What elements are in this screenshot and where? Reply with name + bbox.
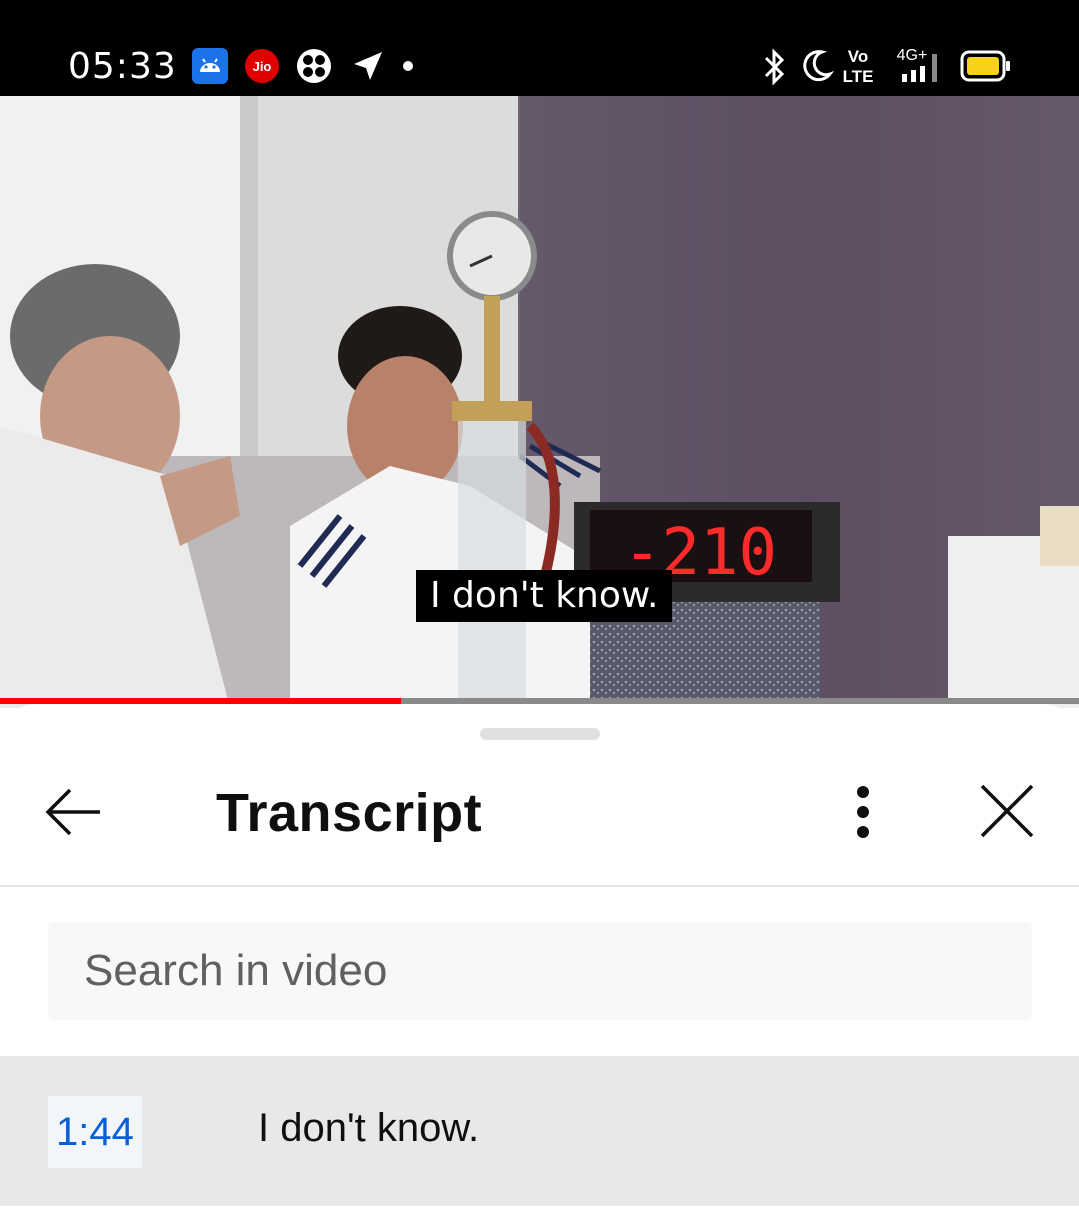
more-options-icon[interactable]	[840, 782, 886, 842]
transcript-header: Transcript	[0, 754, 1079, 884]
transcript-row[interactable]: 1:44 I don't know.	[0, 1056, 1079, 1206]
video-caption: I don't know.	[416, 570, 673, 622]
battery-icon	[960, 50, 1010, 82]
android-debug-icon	[192, 48, 228, 84]
fan-icon	[297, 49, 331, 83]
transcript-panel: Transcript 1:44 I don't know.	[0, 704, 1079, 1209]
transcript-title: Transcript	[216, 783, 483, 843]
transcript-text: I don't know.	[258, 1106, 480, 1150]
volte-bottom-text: LTE	[843, 67, 874, 86]
status-bar: 05:33 Jio Vo LTE 4G+	[0, 0, 1079, 96]
video-player[interactable]: -210 I don't know.	[0, 96, 1079, 708]
search-in-video-input[interactable]	[48, 922, 1032, 1020]
header-divider	[0, 885, 1079, 887]
close-icon[interactable]	[972, 780, 1042, 844]
volte-top-text: Vo	[848, 47, 868, 66]
moon-icon	[803, 50, 834, 82]
location-arrow-icon	[354, 52, 382, 80]
transcript-timestamp[interactable]: 1:44	[48, 1096, 142, 1168]
drag-handle[interactable]	[480, 728, 600, 740]
volte-icon: Vo LTE	[843, 47, 874, 86]
status-time: 05:33	[68, 46, 177, 87]
signal-4g-icon: 4G+	[897, 47, 937, 82]
jio-icon: Jio	[245, 49, 279, 83]
jio-label: Jio	[253, 59, 272, 74]
network-label: 4G+	[897, 47, 928, 64]
dot-icon	[403, 61, 413, 71]
bluetooth-icon	[764, 48, 785, 86]
back-arrow-icon[interactable]	[40, 782, 110, 842]
